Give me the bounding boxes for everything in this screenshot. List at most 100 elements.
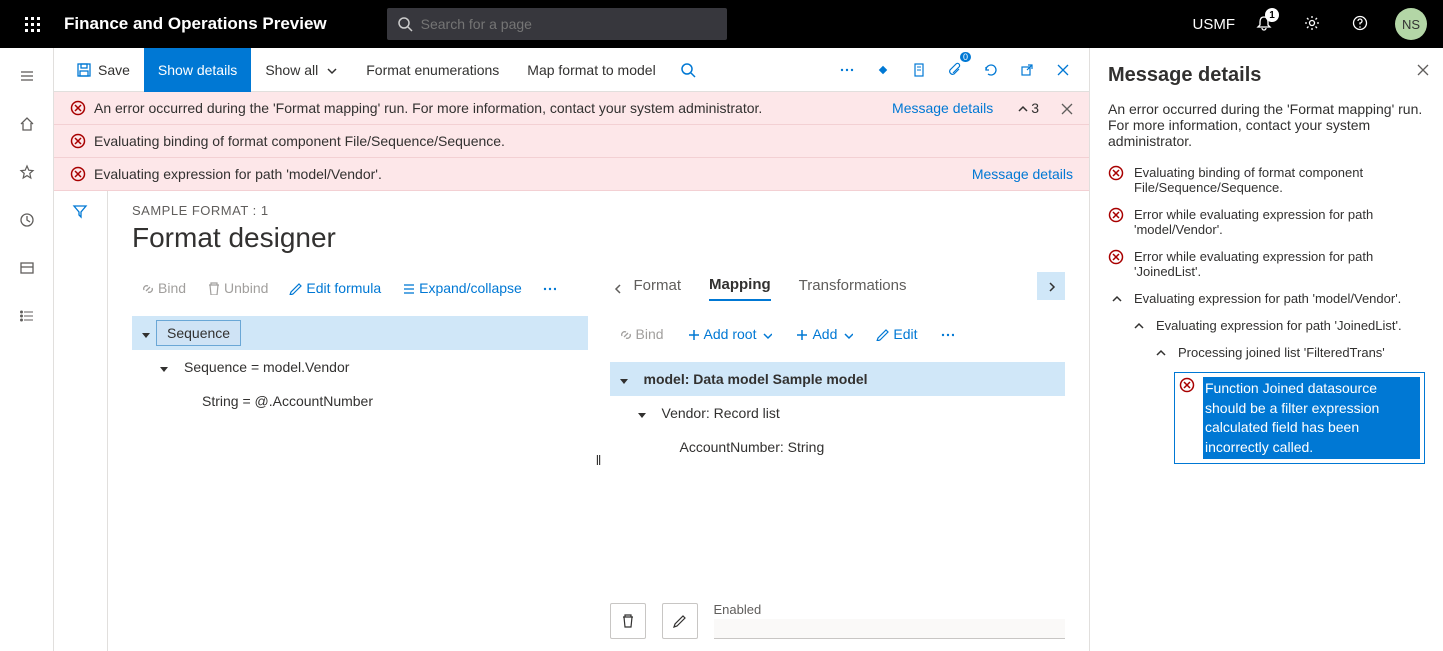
tree-node-label: String = @.AccountNumber (192, 391, 383, 411)
overflow-icon[interactable] (829, 48, 865, 92)
message-details-link[interactable]: Message details (972, 166, 1073, 182)
properties-bar: Enabled (610, 594, 1066, 651)
chevron-down-icon (324, 63, 338, 77)
home-icon[interactable] (7, 104, 47, 144)
global-search[interactable] (387, 8, 727, 40)
tab-format[interactable]: Format (634, 277, 682, 300)
mapping-tabs: Format Mapping Transformations (610, 268, 1066, 308)
format-enumerations-button[interactable]: Format enumerations (352, 48, 513, 92)
map-format-button[interactable]: Map format to model (513, 48, 669, 92)
more-icon[interactable] (932, 323, 962, 345)
detail-item[interactable]: Evaluating binding of format component F… (1108, 165, 1425, 195)
tree-caret-icon[interactable] (132, 327, 156, 339)
format-tree: Sequence Sequence = model.Vendor String … (132, 316, 588, 418)
error-icon (70, 166, 86, 182)
app-launcher-icon[interactable] (8, 0, 56, 48)
chevron-up-icon[interactable] (1152, 345, 1168, 359)
dismiss-icon[interactable] (1059, 101, 1073, 115)
tab-mapping[interactable]: Mapping (709, 276, 771, 301)
tree-node[interactable]: model: Data model Sample model (610, 362, 1066, 396)
notifications-icon[interactable]: 1 (1243, 0, 1287, 48)
user-avatar[interactable]: NS (1395, 8, 1427, 40)
error-icon (70, 133, 86, 149)
tree-node-label: AccountNumber: String (670, 437, 835, 457)
main-area: Save Show details Show all Format enumer… (54, 48, 1089, 651)
tree-node-label: Vendor: Record list (652, 403, 790, 423)
tree-node[interactable]: Vendor: Record list (610, 396, 1066, 430)
nav-expand-icon[interactable] (7, 56, 47, 96)
chevron-left-icon[interactable] (610, 281, 624, 295)
detail-item-selected[interactable]: Function Joined datasource should be a f… (1174, 372, 1425, 464)
detail-text-highlighted: Function Joined datasource should be a f… (1203, 377, 1420, 459)
tree-caret-icon[interactable] (628, 407, 652, 419)
detail-item[interactable]: Evaluating expression for path 'model/Ve… (1108, 291, 1425, 306)
tab-transformations[interactable]: Transformations (799, 277, 907, 300)
tree-node[interactable]: Sequence (132, 316, 588, 350)
error-icon (1179, 377, 1195, 393)
breadcrumb: SAMPLE FORMAT : 1 (132, 203, 1065, 218)
error-text: Evaluating binding of format component F… (94, 133, 505, 149)
message-details-panel: Message details An error occurred during… (1089, 48, 1443, 651)
unbind-button[interactable]: Unbind (198, 276, 276, 300)
add-button[interactable]: Add (786, 322, 861, 346)
favorites-icon[interactable] (7, 152, 47, 192)
search-icon (397, 16, 413, 32)
error-icon (70, 100, 86, 116)
bind-button[interactable]: Bind (610, 322, 672, 346)
settings-icon[interactable] (1291, 0, 1335, 48)
chevron-up-icon[interactable] (1130, 318, 1146, 332)
mapping-tree: model: Data model Sample model Vendor: R… (610, 362, 1066, 464)
collapse-icon[interactable]: 3 (1015, 100, 1039, 116)
detail-item[interactable]: Error while evaluating expression for pa… (1108, 249, 1425, 279)
error-banner-2: Evaluating binding of format component F… (54, 125, 1089, 158)
details-intro: An error occurred during the 'Format map… (1108, 101, 1425, 149)
edit-icon[interactable] (662, 603, 698, 639)
tree-caret-icon[interactable] (610, 373, 634, 385)
find-icon[interactable] (670, 48, 706, 92)
office-icon[interactable] (901, 48, 937, 92)
bind-button[interactable]: Bind (132, 276, 194, 300)
detail-item[interactable]: Error while evaluating expression for pa… (1108, 207, 1425, 237)
save-button[interactable]: Save (62, 48, 144, 92)
close-panel-icon[interactable] (1415, 62, 1429, 76)
error-icon (1108, 165, 1124, 181)
left-pane-toolbar: Bind Unbind Edit formula Expand/collapse (132, 268, 588, 308)
search-input[interactable] (421, 16, 717, 32)
expand-collapse-button[interactable]: Expand/collapse (393, 276, 530, 300)
close-icon[interactable] (1045, 48, 1081, 92)
tree-node[interactable]: String = @.AccountNumber (132, 384, 588, 418)
enabled-input[interactable] (714, 619, 1066, 639)
workspaces-icon[interactable] (7, 248, 47, 288)
edit-button[interactable]: Edit (867, 322, 925, 346)
extension-icon[interactable] (865, 48, 901, 92)
top-header: Finance and Operations Preview USMF 1 NS (0, 0, 1443, 48)
message-details-link[interactable]: Message details (892, 100, 993, 116)
more-icon[interactable] (534, 277, 564, 299)
chevron-up-icon[interactable] (1108, 291, 1124, 305)
company-code[interactable]: USMF (1193, 16, 1236, 33)
tree-caret-icon[interactable] (150, 361, 174, 373)
error-icon (1108, 207, 1124, 223)
popout-icon[interactable] (1009, 48, 1045, 92)
detail-item[interactable]: Evaluating expression for path 'JoinedLi… (1130, 318, 1425, 333)
show-all-button[interactable]: Show all (251, 48, 352, 92)
modules-icon[interactable] (7, 296, 47, 336)
refresh-icon[interactable] (973, 48, 1009, 92)
left-nav-rail (0, 48, 54, 651)
recent-icon[interactable] (7, 200, 47, 240)
edit-formula-button[interactable]: Edit formula (280, 276, 389, 300)
detail-item[interactable]: Processing joined list 'FilteredTrans' (1152, 345, 1425, 360)
tree-node[interactable]: Sequence = model.Vendor (132, 350, 588, 384)
chevron-right-icon[interactable] (1037, 272, 1065, 300)
filter-column (54, 191, 108, 651)
tree-node[interactable]: AccountNumber: String (610, 430, 1066, 464)
funnel-icon[interactable] (72, 203, 90, 651)
help-icon[interactable] (1339, 0, 1383, 48)
delete-icon[interactable] (610, 603, 646, 639)
show-details-button[interactable]: Show details (144, 48, 251, 92)
right-pane-toolbar: Bind Add root Add Edit (610, 314, 1066, 354)
enabled-label: Enabled (714, 602, 1066, 617)
app-title: Finance and Operations Preview (64, 14, 327, 34)
add-root-button[interactable]: Add root (678, 322, 781, 346)
attachments-icon[interactable]: 0 (937, 48, 973, 92)
